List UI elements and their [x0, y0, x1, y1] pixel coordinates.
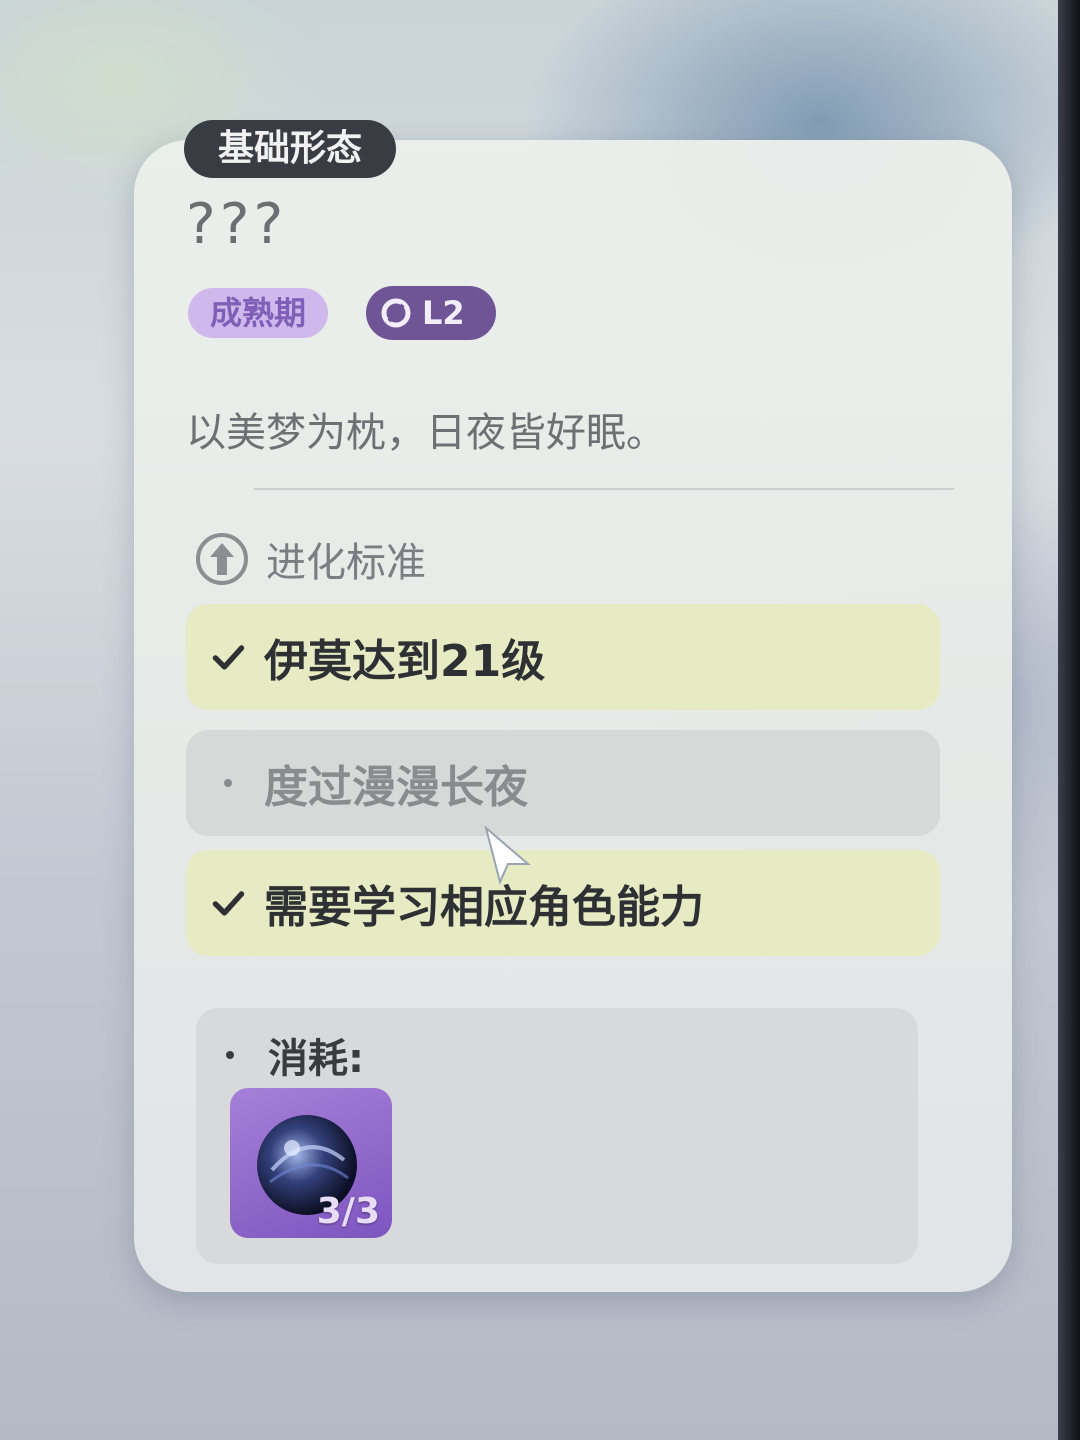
check-icon	[208, 637, 248, 677]
requirement-row-level: 伊莫达到21级	[186, 604, 940, 710]
motto-text: 以美梦为枕，日夜皆好眠。	[186, 410, 666, 456]
requirement-label: 度过漫漫长夜	[264, 762, 528, 813]
screen-bezel	[1058, 0, 1080, 1440]
arrow-up-circle-icon	[196, 533, 248, 585]
item-count: 3/3	[316, 1191, 380, 1232]
requirement-row-ability: 需要学习相应角色能力	[186, 850, 940, 956]
section-title-label: 进化标准	[266, 540, 426, 586]
cost-item-slot[interactable]: 3/3	[230, 1088, 392, 1238]
form-tag: 基础形态	[184, 120, 397, 178]
level-badge: L2	[366, 286, 496, 340]
divider	[254, 488, 954, 490]
level-text: L2	[422, 294, 465, 332]
check-icon	[208, 883, 248, 923]
requirement-label: 伊莫达到21级	[264, 636, 546, 687]
mouse-cursor-icon	[484, 826, 531, 886]
stage-badge: 成熟期	[188, 288, 329, 338]
bullet-dot	[226, 1051, 234, 1059]
evolution-section-title: 进化标准	[194, 530, 426, 588]
requirement-row-night: 度过漫漫长夜	[186, 730, 940, 836]
cost-label-text: 消耗:	[268, 1036, 364, 1082]
cost-label: 消耗:	[226, 1026, 364, 1084]
creature-name: ???	[186, 192, 288, 257]
bullet-dot	[208, 763, 248, 803]
ring-icon	[381, 298, 411, 328]
cost-section: 消耗: 3/3	[196, 1008, 918, 1264]
